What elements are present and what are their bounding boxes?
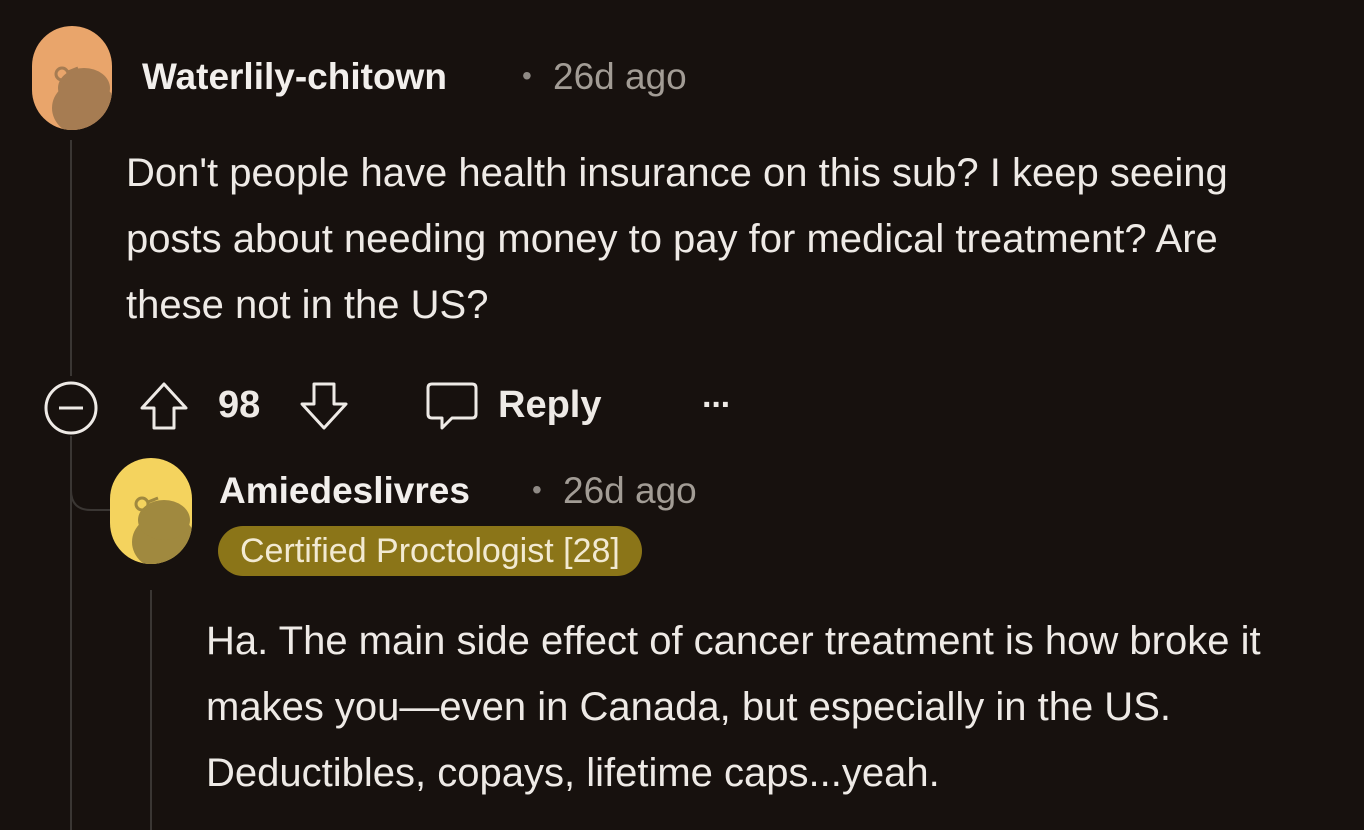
comment-author[interactable]: Amiedeslivres [219,470,470,512]
user-flair: Certified Proctologist [28] [218,526,642,576]
thread-line [150,590,152,830]
upvote-icon[interactable] [138,380,190,432]
score: 98 [218,384,261,426]
comment-timestamp[interactable]: 26d ago [563,470,697,512]
comment-body: Ha. The main side effect of cancer treat… [206,619,1261,795]
comment-author[interactable]: Waterlily-chitown [142,56,447,98]
avatar[interactable] [110,458,192,564]
separator-dot: • [532,474,542,505]
thread-line [70,140,72,376]
reply-icon[interactable] [424,380,480,434]
comment-body: Don't people have health insurance on th… [126,151,1228,327]
reply-button[interactable]: Reply [498,384,601,427]
snoo-avatar-icon [52,66,112,130]
collapse-icon[interactable] [43,380,99,436]
comment-timestamp[interactable]: 26d ago [553,56,687,98]
avatar[interactable] [32,26,112,130]
more-options-button[interactable]: ··· [702,386,732,425]
snoo-avatar-icon [132,496,192,564]
downvote-icon[interactable] [298,380,350,432]
separator-dot: • [522,60,532,91]
